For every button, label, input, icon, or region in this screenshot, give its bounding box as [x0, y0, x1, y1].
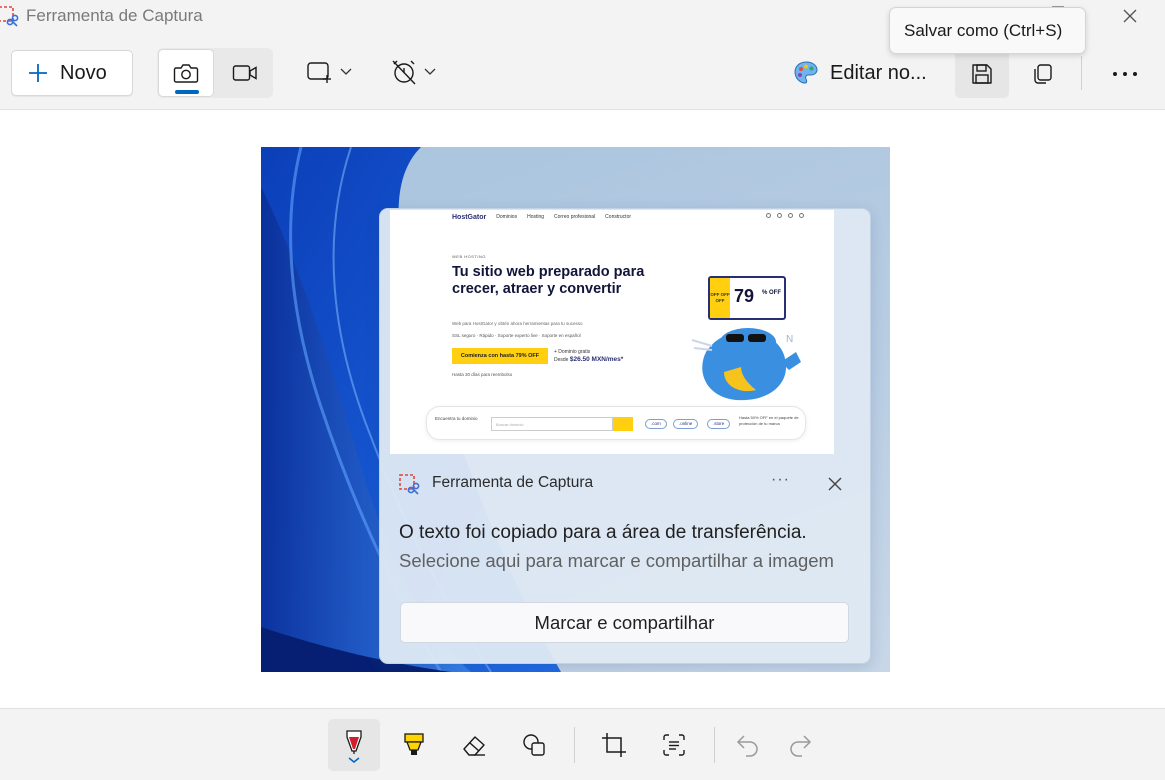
rectangle-snip-icon — [307, 62, 331, 83]
site-nav-item: Correo profesional — [554, 214, 596, 220]
notification-card[interactable]: HostGator Dominios Hosting Correo profes… — [379, 208, 871, 664]
highlighter-icon — [404, 733, 424, 755]
capture-mode-toggle — [157, 48, 273, 98]
site-nav-icons — [766, 213, 804, 218]
tld-pill: .com — [645, 419, 667, 429]
video-mode-button[interactable] — [217, 49, 273, 97]
photo-mode-button[interactable] — [158, 49, 214, 97]
toolbar-divider — [1081, 56, 1082, 90]
camera-icon — [173, 64, 199, 83]
undo-icon — [736, 735, 758, 757]
svg-text:N: N — [786, 334, 793, 345]
site-cta: Comienza con hasta 79% OFF — [452, 348, 548, 364]
ballpoint-pen-icon — [346, 730, 362, 763]
search-field: Buscar dominio — [491, 417, 613, 431]
search-go-button — [613, 417, 633, 431]
site-price-note: + Dominio gratis Desde $26.50 MXN/mes* — [554, 349, 624, 363]
copy-icon — [1034, 64, 1052, 84]
redo-icon — [790, 735, 812, 757]
redo-button[interactable] — [774, 719, 826, 771]
search-promo: Hasta 50% OFF en el paquete de protecció… — [739, 415, 799, 426]
notification-app-icon — [399, 474, 421, 496]
site-nav-item: Constructor — [605, 214, 632, 220]
snip-shape-dropdown[interactable] — [306, 54, 352, 90]
more-options-button[interactable] — [1100, 50, 1150, 98]
video-icon — [232, 65, 257, 81]
more-icon — [1113, 72, 1137, 76]
save-tooltip: Salvar como (Ctrl+S) — [889, 7, 1086, 54]
save-icon — [972, 64, 992, 84]
timer-off-icon — [392, 60, 416, 85]
crop-icon — [602, 733, 626, 757]
notification-more-button[interactable]: ··· — [771, 471, 790, 489]
window-title: Ferramenta de Captura — [26, 6, 203, 25]
site-subtext: Web para HostGator y obtén ahora herrami… — [452, 321, 583, 326]
chevron-down-icon — [424, 68, 436, 75]
site-domain-search: Encuentra tu dominio Buscar dominio .com… — [426, 406, 806, 440]
eraser-button[interactable] — [448, 719, 500, 771]
undo-button[interactable] — [722, 719, 774, 771]
tld-pill: .online — [673, 419, 699, 429]
plus-icon — [29, 64, 47, 82]
shapes-icon — [523, 734, 545, 756]
text-actions-icon — [663, 734, 685, 756]
notification-close-button[interactable] — [826, 475, 844, 493]
close-icon — [828, 477, 842, 491]
snipping-tool-icon — [0, 6, 20, 28]
site-headline: Tu sitio web preparado para crecer, atra… — [452, 264, 645, 297]
crop-button[interactable] — [588, 719, 640, 771]
site-nav-item: Hosting — [527, 214, 545, 220]
shapes-button[interactable] — [508, 719, 560, 771]
close-icon — [1123, 9, 1137, 23]
new-snip-label: Novo — [60, 61, 107, 84]
notification-message: O texto foi copiado para a área de trans… — [399, 522, 807, 543]
new-snip-button[interactable]: Novo — [11, 50, 133, 96]
notification-subtext: Selecione aqui para marcar e compartilha… — [399, 550, 834, 571]
site-kicker: WEB HOSTING — [452, 254, 486, 259]
paint-palette-icon — [794, 61, 818, 84]
gator-mascot-icon: N — [691, 328, 801, 401]
site-bullets: SSL seguro · Rápido · Soporte experto li… — [452, 333, 581, 338]
markup-divider — [574, 727, 575, 763]
offer-percent: 79 — [734, 286, 755, 306]
notification-app-name: Ferramenta de Captura — [432, 474, 594, 491]
mark-and-share-button[interactable]: Marcar e compartilhar — [400, 602, 849, 643]
ballpoint-pen-button[interactable] — [328, 719, 380, 771]
tld-pill: .store — [707, 419, 731, 429]
text-actions-button[interactable] — [648, 719, 700, 771]
site-logo: HostGator — [452, 213, 487, 221]
active-mode-indicator — [175, 90, 199, 94]
chevron-down-icon — [340, 68, 352, 75]
site-nav-item: Dominios — [496, 214, 518, 220]
window-close-button[interactable] — [1114, 2, 1146, 30]
highlighter-button[interactable] — [388, 719, 440, 771]
edit-in-paint-button[interactable]: Editar no... — [792, 54, 927, 92]
website-preview: HostGator Dominios Hosting Correo profes… — [390, 210, 834, 454]
copy-button[interactable] — [1016, 50, 1068, 98]
search-prompt: Encuentra tu dominio — [435, 416, 478, 421]
captured-image: HostGator Dominios Hosting Correo profes… — [261, 147, 890, 672]
edit-in-paint-label: Editar no... — [830, 61, 927, 84]
markup-toolbar — [0, 708, 1165, 780]
offer-off: % OFF — [762, 290, 781, 296]
markup-divider — [714, 727, 715, 763]
eraser-icon — [463, 736, 485, 756]
delay-dropdown[interactable] — [390, 54, 436, 90]
save-button[interactable] — [955, 50, 1009, 98]
site-trial: Hasta 30 días para reembolso — [452, 372, 513, 377]
